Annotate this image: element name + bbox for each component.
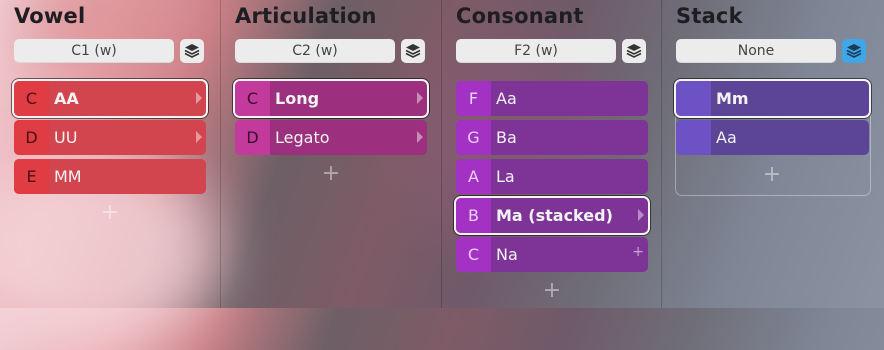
item-label: Mm [716, 89, 749, 108]
list-item[interactable]: Aa [676, 120, 869, 155]
chevron-right-icon[interactable] [417, 92, 423, 104]
list-item[interactable]: A La [456, 159, 648, 194]
chevron-right-icon[interactable] [638, 209, 644, 221]
note-key: C [14, 81, 49, 116]
add-item-button[interactable]: + [762, 162, 782, 187]
keyswitch-selector[interactable]: C2 (w) [235, 39, 395, 63]
stack-toggle-button[interactable] [622, 39, 646, 63]
list-item[interactable]: B Ma (stacked) [456, 198, 648, 233]
stack-toggle-button[interactable] [842, 39, 866, 63]
layers-icon [184, 44, 200, 58]
list-item[interactable]: Mm [676, 81, 869, 116]
note-key: F [456, 81, 491, 116]
note-key: D [235, 120, 270, 155]
list-item[interactable]: C Long [235, 81, 427, 116]
add-item-button[interactable]: + [321, 161, 341, 186]
layers-icon [626, 44, 642, 58]
list-item[interactable]: D UU [14, 120, 206, 155]
chevron-right-icon[interactable] [196, 92, 202, 104]
item-label: Na [496, 245, 518, 264]
note-key: C [235, 81, 270, 116]
note-key: D [14, 120, 49, 155]
column-title: Vowel [14, 4, 86, 28]
item-label: Long [275, 89, 320, 108]
plus-icon[interactable]: + [632, 244, 644, 260]
item-label: Ma (stacked) [496, 206, 613, 225]
note-key: B [456, 198, 491, 233]
list-item[interactable]: C Na + [456, 237, 648, 272]
item-label: Aa [496, 89, 517, 108]
keyswitch-selector[interactable]: F2 (w) [456, 39, 616, 63]
keyswitch-selector[interactable]: C1 (w) [14, 39, 174, 63]
note-key: G [456, 120, 491, 155]
add-item-button[interactable]: + [100, 200, 120, 225]
column-vowel: Vowel C1 (w) C AA D UU E MM + [0, 0, 221, 308]
note-key: E [14, 159, 49, 194]
stack-toggle-button[interactable] [401, 39, 425, 63]
column-consonant: Consonant F2 (w) F Aa G Ba A La B Ma (st… [442, 0, 662, 308]
item-label: UU [54, 128, 78, 147]
column-articulation: Articulation C2 (w) C Long D Legato + [221, 0, 442, 308]
stack-toggle-button[interactable] [180, 39, 204, 63]
item-label: La [496, 167, 515, 186]
layers-icon [846, 44, 862, 58]
column-title: Consonant [456, 4, 584, 28]
item-label: AA [54, 89, 79, 108]
note-key [676, 81, 711, 116]
chevron-right-icon[interactable] [196, 131, 202, 143]
note-key: C [456, 237, 491, 272]
list-item[interactable]: D Legato [235, 120, 427, 155]
list-item[interactable]: C AA [14, 81, 206, 116]
list-item[interactable]: G Ba [456, 120, 648, 155]
chevron-right-icon[interactable] [417, 131, 423, 143]
note-key: A [456, 159, 491, 194]
item-label: MM [54, 167, 82, 186]
list-item[interactable]: E MM [14, 159, 206, 194]
column-title: Articulation [235, 4, 377, 28]
item-label: Aa [716, 128, 737, 147]
item-label: Ba [496, 128, 517, 147]
keyswitch-selector[interactable]: None [676, 39, 836, 63]
add-item-button[interactable]: + [542, 278, 562, 303]
layers-icon [405, 44, 421, 58]
note-key [676, 120, 711, 155]
column-title: Stack [676, 4, 743, 28]
list-item[interactable]: F Aa [456, 81, 648, 116]
item-label: Legato [275, 128, 330, 147]
